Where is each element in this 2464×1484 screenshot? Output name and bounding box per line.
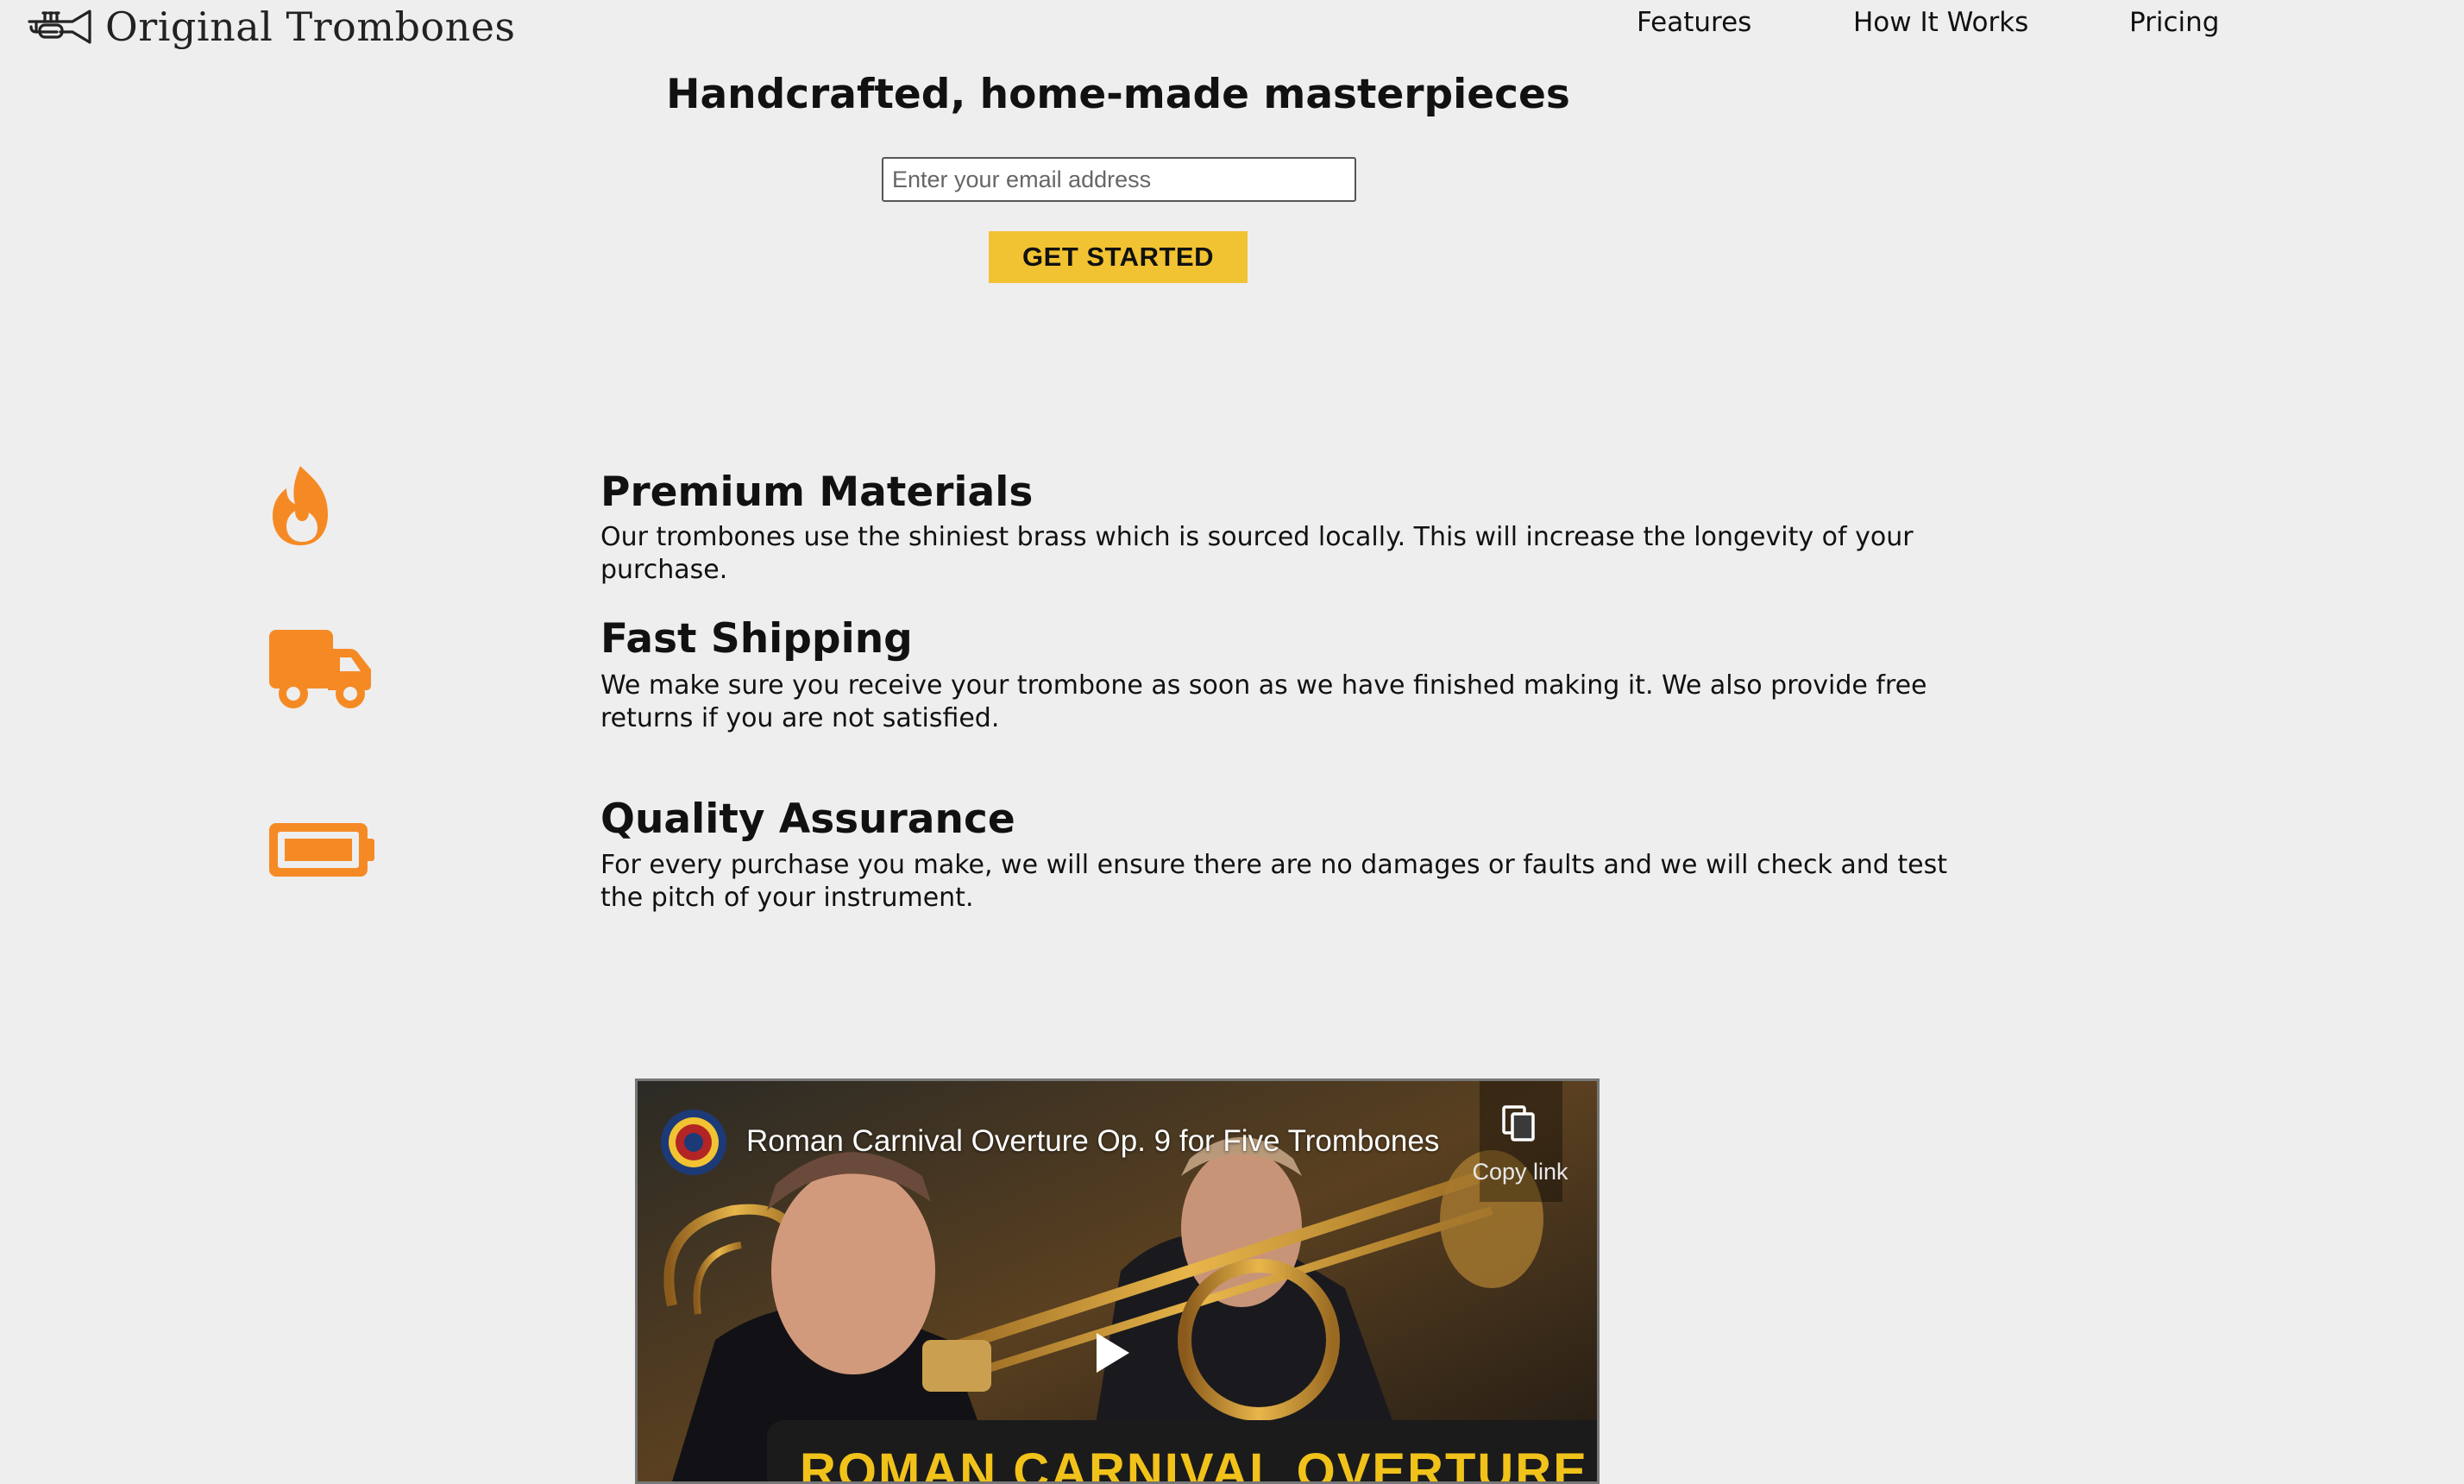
feature-title-premium-materials: Premium Materials (600, 468, 1034, 516)
copy-link-button[interactable]: Copy link (1472, 1081, 1568, 1202)
feature-text-premium-materials: Our trombones use the shiniest brass whi… (600, 522, 1914, 585)
copy-link-label: Copy link (1472, 1159, 1568, 1185)
fire-icon (273, 466, 328, 545)
copy-icon (1502, 1105, 1535, 1141)
channel-avatar[interactable] (660, 1109, 727, 1176)
nav-link-pricing[interactable]: Pricing (2129, 7, 2220, 38)
nav-link-features[interactable]: Features (1637, 7, 1751, 38)
brand-name: Original Trombones (105, 3, 516, 50)
feature-title-fast-shipping: Fast Shipping (600, 615, 913, 663)
video-embed[interactable]: Roman Carnival Overture Op. 9 for Five T… (635, 1078, 1600, 1484)
video-title-banner: ROMAN CARNIVAL OVERTURE (767, 1420, 1597, 1484)
feature-title-quality-assurance: Quality Assurance (600, 795, 1015, 843)
feature-text-quality-assurance: For every purchase you make, we will ens… (600, 850, 1947, 913)
hero-title: Handcrafted, home-made masterpieces (666, 71, 1570, 118)
site-header: Original Trombones Features How It Works… (0, 0, 2464, 57)
trumpet-icon (28, 9, 91, 44)
play-icon[interactable] (1093, 1331, 1131, 1374)
brand-logo[interactable]: Original Trombones (28, 2, 516, 52)
get-started-button[interactable]: GET STARTED (989, 231, 1248, 283)
nav-link-how-it-works[interactable]: How It Works (1853, 7, 2028, 38)
video-title[interactable]: Roman Carnival Overture Op. 9 for Five T… (746, 1124, 1439, 1159)
video-banner-text: ROMAN CARNIVAL OVERTURE (800, 1443, 1588, 1484)
truck-icon (269, 630, 371, 708)
email-input[interactable] (882, 157, 1356, 202)
feature-text-fast-shipping: We make sure you receive your trombone a… (600, 670, 1927, 733)
battery-full-icon (269, 823, 374, 877)
